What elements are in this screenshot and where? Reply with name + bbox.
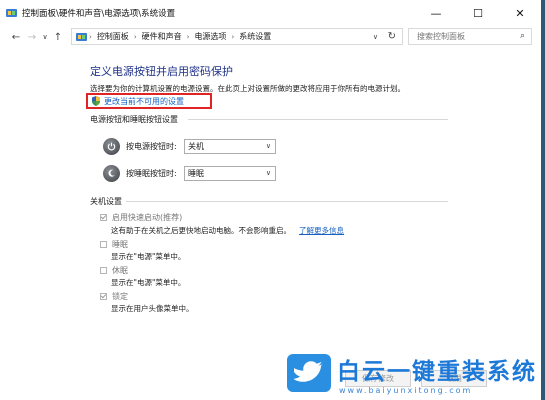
fast-startup-checkbox[interactable] (100, 214, 107, 221)
fast-startup-desc-text: 这有助于在关机之后更快地启动电脑。不会影响重启。 (111, 226, 291, 235)
uac-shield-icon (92, 96, 100, 106)
maximize-button[interactable]: ☐ (457, 0, 499, 26)
close-button[interactable]: ✕ (499, 0, 541, 26)
breadcrumb-control-panel[interactable]: 控制面板 (97, 31, 129, 42)
bird-logo-icon (287, 354, 331, 392)
sleep-option[interactable]: 睡眠 (100, 239, 128, 250)
lock-label: 锁定 (112, 292, 128, 301)
minimize-button[interactable]: — (415, 0, 457, 26)
page-title: 定义电源按钮并启用密码保护 (90, 65, 233, 78)
sleep-icon (103, 165, 120, 182)
breadcrumb-hardware-sound[interactable]: 硬件和声音 (142, 31, 182, 42)
power-button-row: 按电源按钮时: 关机 ∨ (103, 138, 276, 155)
fast-startup-description: 这有助于在关机之后更快地启动电脑。不会影响重启。 了解更多信息 (111, 225, 344, 236)
back-button[interactable]: ← (8, 32, 24, 43)
lock-checkbox[interactable] (100, 293, 107, 300)
hibernate-description: 显示在"电源"菜单中。 (111, 278, 186, 287)
breadcrumb-power-options[interactable]: 电源选项 (194, 31, 226, 42)
chevron-down-icon: ∨ (265, 142, 271, 150)
window-title: 控制面板\硬件和声音\电源选项\系统设置 (22, 9, 176, 19)
search-input[interactable] (415, 31, 519, 42)
watermark-text: 白云一键重装系统 www.baiyunxitong.com (337, 352, 537, 395)
control-panel-icon (76, 32, 87, 41)
search-box[interactable]: ⌕ (408, 28, 532, 45)
chevron-right-icon: › (133, 32, 137, 41)
sleep-button-action-select[interactable]: 睡眠 ∨ (184, 166, 276, 181)
title-bar: 控制面板\硬件和声音\电源选项\系统设置 — ☐ ✕ (0, 0, 541, 26)
shutdown-section-label: 关机设置 (90, 197, 122, 206)
change-settings-highlight[interactable]: 更改当前不可用的设置 (86, 93, 212, 109)
forward-button[interactable]: → (24, 32, 40, 43)
chevron-down-icon: ∨ (265, 169, 271, 177)
address-row: ← → ∨ ↑ › 控制面板 › 硬件和声音 › 电源选项 › 系统设置 ∨ ↻… (0, 26, 541, 48)
breadcrumb-system-settings[interactable]: 系统设置 (239, 31, 271, 42)
address-bar[interactable]: › 控制面板 › 硬件和声音 › 电源选项 › 系统设置 ∨ ↻ (71, 28, 403, 45)
fast-startup-label: 启用快速启动(推荐) (112, 213, 183, 222)
recent-locations-button[interactable]: ∨ (40, 33, 50, 41)
sleep-button-action-value: 睡眠 (188, 169, 204, 178)
hibernate-checkbox[interactable] (100, 267, 107, 274)
chevron-right-icon: › (89, 32, 92, 41)
hibernate-option[interactable]: 休眠 (100, 265, 128, 276)
sleep-description: 显示在"电源"菜单中。 (111, 252, 186, 261)
window-controls: — ☐ ✕ (415, 0, 541, 26)
up-button[interactable]: ↑ (50, 32, 66, 43)
sleep-button-label: 按睡眠按钮时: (126, 169, 177, 178)
sleep-label: 睡眠 (112, 240, 128, 249)
watermark-brand: 白云一键重装系统 (337, 358, 537, 385)
hibernate-label: 休眠 (112, 266, 128, 275)
chevron-right-icon: › (231, 32, 235, 41)
learn-more-link[interactable]: 了解更多信息 (299, 226, 344, 235)
refresh-icon[interactable]: ↻ (388, 31, 396, 42)
control-panel-window: 控制面板\硬件和声音\电源选项\系统设置 — ☐ ✕ ← → ∨ ↑ › 控制面… (0, 0, 545, 400)
section-divider (188, 119, 448, 120)
watermark-url: www.baiyunxitong.com (339, 385, 473, 395)
power-button-action-value: 关机 (188, 142, 204, 151)
lock-option[interactable]: 锁定 (100, 291, 128, 302)
address-dropdown-icon[interactable]: ∨ (373, 33, 378, 41)
section-divider (126, 201, 448, 202)
lock-description: 显示在用户头像菜单中。 (111, 304, 194, 313)
chevron-right-icon: › (186, 32, 190, 41)
power-icon (103, 138, 120, 155)
search-icon[interactable]: ⌕ (520, 31, 525, 41)
sleep-button-row: 按睡眠按钮时: 睡眠 ∨ (103, 165, 276, 182)
power-button-label: 按电源按钮时: (126, 142, 177, 151)
change-unavailable-settings-link[interactable]: 更改当前不可用的设置 (104, 96, 184, 107)
fast-startup-option[interactable]: 启用快速启动(推荐) (100, 212, 182, 223)
watermark: 白云一键重装系统 www.baiyunxitong.com (287, 349, 537, 397)
sleep-checkbox[interactable] (100, 241, 107, 248)
control-panel-icon (6, 9, 17, 17)
power-buttons-section-label: 电源按钮和睡眠按钮设置 (90, 115, 178, 124)
power-button-action-select[interactable]: 关机 ∨ (184, 139, 276, 154)
